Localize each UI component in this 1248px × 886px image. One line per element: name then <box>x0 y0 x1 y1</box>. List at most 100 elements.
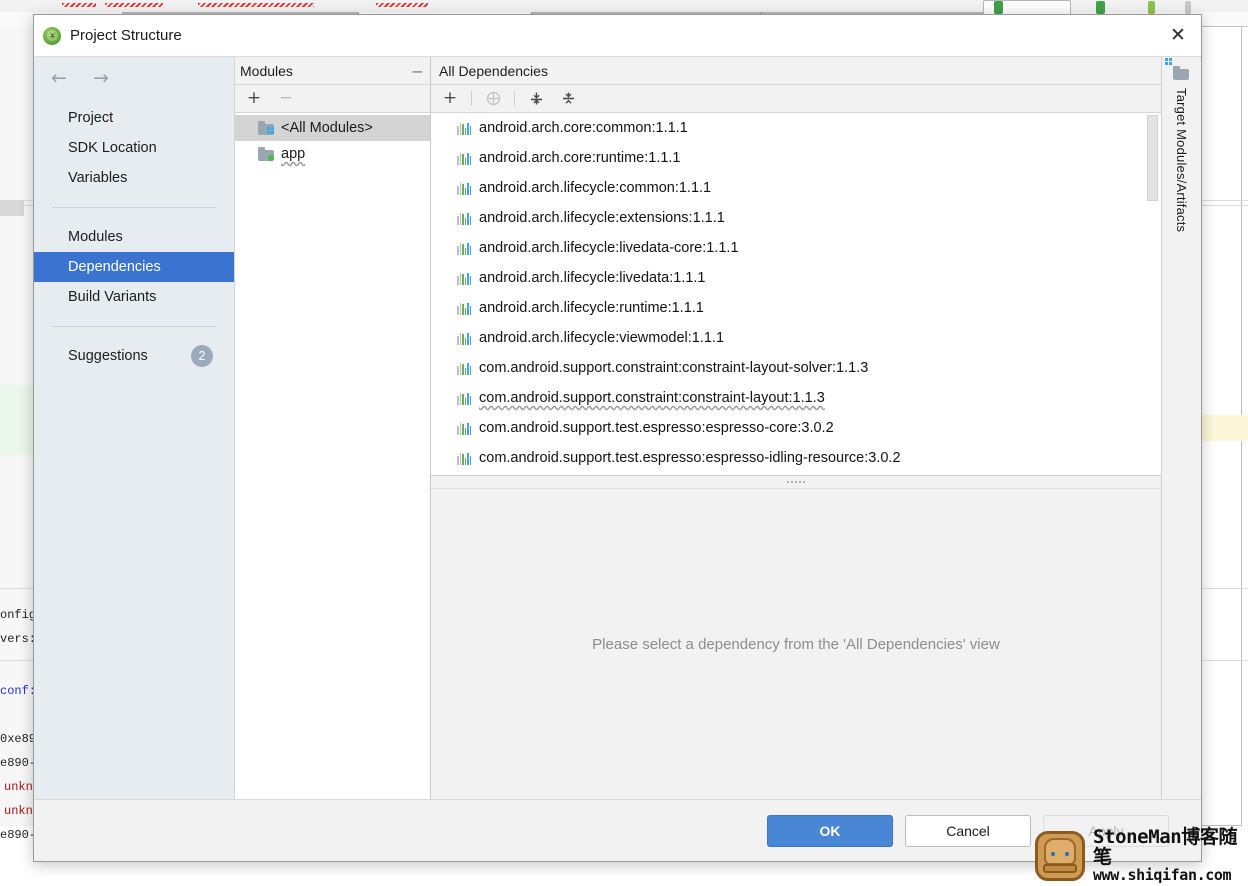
dependency-label: android.arch.lifecycle:livedata-core:1.1… <box>479 240 739 256</box>
arrow-right-icon[interactable]: → <box>88 66 114 90</box>
background-code-line: e890- <box>0 756 37 770</box>
dependency-row[interactable]: android.arch.lifecycle:livedata:1.1.1 <box>431 263 1161 293</box>
dependency-label: android.arch.lifecycle:extensions:1.1.1 <box>479 210 725 226</box>
dependencies-panel-header: All Dependencies <box>431 57 1161 85</box>
dependency-row[interactable]: com.android.support.test.espresso:espres… <box>431 443 1161 473</box>
sidebar-item-sdk-location[interactable]: SDK Location <box>34 133 234 163</box>
close-icon[interactable]: ✕ <box>1155 15 1201 55</box>
background-highlight-band <box>1196 415 1248 441</box>
sidebar-item-label: Build Variants <box>68 289 157 305</box>
arrow-left-icon[interactable]: ← <box>46 66 72 90</box>
sidebar-item-label: SDK Location <box>68 140 157 156</box>
tree-item-label: app <box>281 146 306 162</box>
library-icon <box>457 122 471 135</box>
cancel-button[interactable]: Cancel <box>905 814 1031 847</box>
dependency-row[interactable]: com.android.support.constraint:constrain… <box>431 383 1161 413</box>
modules-toolbar: + − <box>235 85 430 113</box>
library-icon <box>457 152 471 165</box>
dependency-label: android.arch.core:common:1.1.1 <box>479 120 688 136</box>
dialog-titlebar: Project Structure ✕ <box>34 15 1201 57</box>
background-code-line: conf: <box>0 684 37 698</box>
sidebar-item-label: Variables <box>68 170 128 186</box>
background-code-line: unkn <box>4 804 33 818</box>
dependency-row[interactable]: android.arch.lifecycle:livedata-core:1.1… <box>431 233 1161 263</box>
background-squiggle <box>62 3 96 7</box>
expand-all-icon[interactable] <box>525 88 547 109</box>
vertical-scrollbar[interactable] <box>1147 115 1159 473</box>
dependencies-toolbar: + <box>431 85 1161 113</box>
sidebar-item-suggestions[interactable]: Suggestions 2 <box>34 341 234 371</box>
modules-tree: <All Modules> app <box>235 113 430 799</box>
sidebar-item-label: Dependencies <box>68 259 161 275</box>
minimize-icon[interactable]: – <box>413 62 422 79</box>
button-label: Cancel <box>946 822 990 839</box>
dependencies-list-body: android.arch.core:common:1.1.1 android.ar… <box>431 113 1161 473</box>
background-squiggle <box>376 3 428 7</box>
button-label: Apply <box>1088 822 1124 839</box>
sidebar-item-project[interactable]: Project <box>34 103 234 133</box>
dependency-label: com.android.support.constraint:constrain… <box>479 360 869 376</box>
toolbar-separator <box>514 91 515 106</box>
project-structure-dialog: Project Structure ✕ ← → Project SDK Locat… <box>33 14 1202 862</box>
dependency-row[interactable]: com.android.support.constraint:constrain… <box>431 353 1161 383</box>
dependency-label: android.arch.lifecycle:viewmodel:1.1.1 <box>479 330 725 346</box>
toolbar-separator <box>471 91 472 106</box>
modules-panel-title: Modules <box>240 62 293 79</box>
add-dependency-button[interactable]: + <box>439 88 461 109</box>
dependency-label: com.android.support.test.espresso:espres… <box>479 450 901 466</box>
ok-button[interactable]: OK <box>767 814 893 847</box>
remove-module-button[interactable]: − <box>275 88 297 109</box>
tree-item-app-module[interactable]: app <box>235 141 430 167</box>
sidebar-item-label: Modules <box>68 229 123 245</box>
sidebar-item-variables[interactable]: Variables <box>34 163 234 193</box>
collapse-all-icon[interactable] <box>557 88 579 109</box>
scrollbar-thumb[interactable] <box>1147 115 1158 201</box>
background-vcs-band <box>0 385 34 455</box>
dependency-label: android.arch.lifecycle:runtime:1.1.1 <box>479 300 704 316</box>
screen: onfig vers: conf: 0xe89 e890- unkn unkn e890- P… <box>0 0 1248 886</box>
dependency-row[interactable]: com.android.support.test.espresso:espres… <box>431 413 1161 443</box>
library-icon <box>457 182 471 195</box>
sidebar-separator <box>52 326 216 327</box>
library-icon <box>457 362 471 375</box>
splitter-grip-icon[interactable] <box>431 476 1161 489</box>
dialog-footer: OK Cancel Apply <box>34 799 1201 861</box>
dependency-row[interactable]: android.arch.lifecycle:runtime:1.1.1 <box>431 293 1161 323</box>
dependency-label: com.android.support.constraint:constrain… <box>479 390 825 406</box>
library-icon <box>457 302 471 315</box>
dependency-row[interactable]: android.arch.lifecycle:viewmodel:1.1.1 <box>431 323 1161 353</box>
library-icon <box>457 332 471 345</box>
dependencies-panel: All Dependencies + android.arch.core:com… <box>431 57 1161 799</box>
dependencies-list: android.arch.core:common:1.1.1 android.ar… <box>431 113 1161 476</box>
tree-item-all-modules[interactable]: <All Modules> <box>235 115 430 141</box>
background-tool-icon <box>1148 1 1155 14</box>
dependency-row[interactable]: android.arch.core:common:1.1.1 <box>431 113 1161 143</box>
dependency-label: android.arch.core:runtime:1.1.1 <box>479 150 681 166</box>
folder-modules-icon <box>258 121 275 135</box>
folder-app-icon <box>258 147 275 161</box>
target-modules-tab-label[interactable]: Target Modules/Artifacts <box>1174 88 1189 232</box>
library-icon <box>457 242 471 255</box>
background-code-line: vers: <box>0 632 37 646</box>
dependency-row[interactable]: android.arch.lifecycle:common:1.1.1 <box>431 173 1161 203</box>
background-tool-icon <box>1185 1 1191 14</box>
sidebar-item-build-variants[interactable]: Build Variants <box>34 282 234 312</box>
library-icon <box>457 452 471 465</box>
dependency-row[interactable]: android.arch.lifecycle:extensions:1.1.1 <box>431 203 1161 233</box>
nav-history-controls: ← → <box>34 57 234 99</box>
target-circle-icon[interactable] <box>482 88 504 109</box>
background-code-line: 0xe89 <box>0 732 37 746</box>
modules-icon <box>1165 58 1190 80</box>
library-icon <box>457 212 471 225</box>
sidebar-item-modules[interactable]: Modules <box>34 222 234 252</box>
sidebar-item-dependencies[interactable]: Dependencies <box>34 252 234 282</box>
target-modules-tab[interactable]: Target Modules/Artifacts <box>1161 57 1201 799</box>
background-run-icon <box>1096 1 1105 14</box>
dependency-label: android.arch.lifecycle:common:1.1.1 <box>479 180 712 196</box>
add-module-button[interactable]: + <box>243 88 265 109</box>
background-squiggle <box>198 3 314 7</box>
dependency-label: android.arch.lifecycle:livedata:1.1.1 <box>479 270 706 286</box>
status-badge: 2 <box>191 345 213 367</box>
dependency-row[interactable]: android.arch.core:runtime:1.1.1 <box>431 143 1161 173</box>
android-studio-icon <box>43 26 61 45</box>
